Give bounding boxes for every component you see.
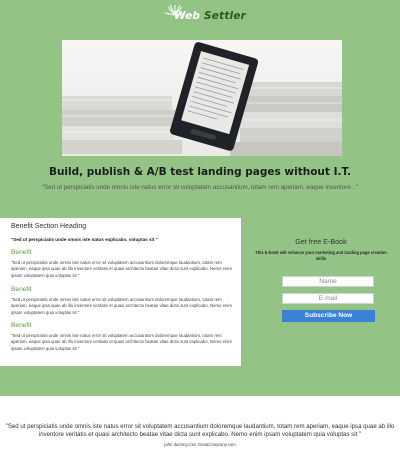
benefits-section: Benefit Section Heading "Sed ut perspici…	[0, 218, 241, 366]
benefit-title: Benefit	[11, 249, 32, 256]
benefit-title: Benefit	[11, 322, 32, 329]
ereader-books-illustration	[62, 40, 342, 156]
benefit-text: "Sed ut perspiciatis unde omnis iste nat…	[11, 333, 232, 351]
benefit-text: "Sed ut perspiciatis unde omnis iste nat…	[11, 297, 232, 315]
testimonial-section: "Sed ut perspiciatis unde omnis iste nat…	[0, 396, 400, 462]
benefit-text: "Sed ut perspiciatis unde omnis iste nat…	[11, 260, 232, 278]
testimonial-author: john dummy,Ceo GreatCompany.com	[164, 442, 236, 447]
ebook-title: Get free E-Book	[295, 237, 347, 246]
email-input[interactable]	[282, 293, 374, 304]
logo-text: Web Settler	[174, 10, 247, 22]
benefits-heading: Benefit Section Heading	[11, 223, 87, 230]
site-logo[interactable]: Web Settler	[160, 4, 250, 26]
page-headline: Build, publish & A/B test landing pages …	[48, 166, 352, 178]
page-subheadline: "Sed ut perspiciatis unde omnis iste nat…	[41, 184, 359, 191]
name-input[interactable]	[282, 276, 374, 287]
benefit-title: Benefit	[11, 286, 32, 293]
subscribe-button[interactable]: Subscribe Now	[282, 310, 375, 322]
benefits-intro-quote: "Sed ut perspiciatis unde omnis iste nat…	[11, 237, 158, 242]
hero-image	[62, 40, 342, 156]
ebook-description: This E-book will enhance your marketing …	[255, 250, 387, 261]
testimonial-quote: "Sed ut perspiciatis unde omnis iste nat…	[5, 423, 395, 438]
